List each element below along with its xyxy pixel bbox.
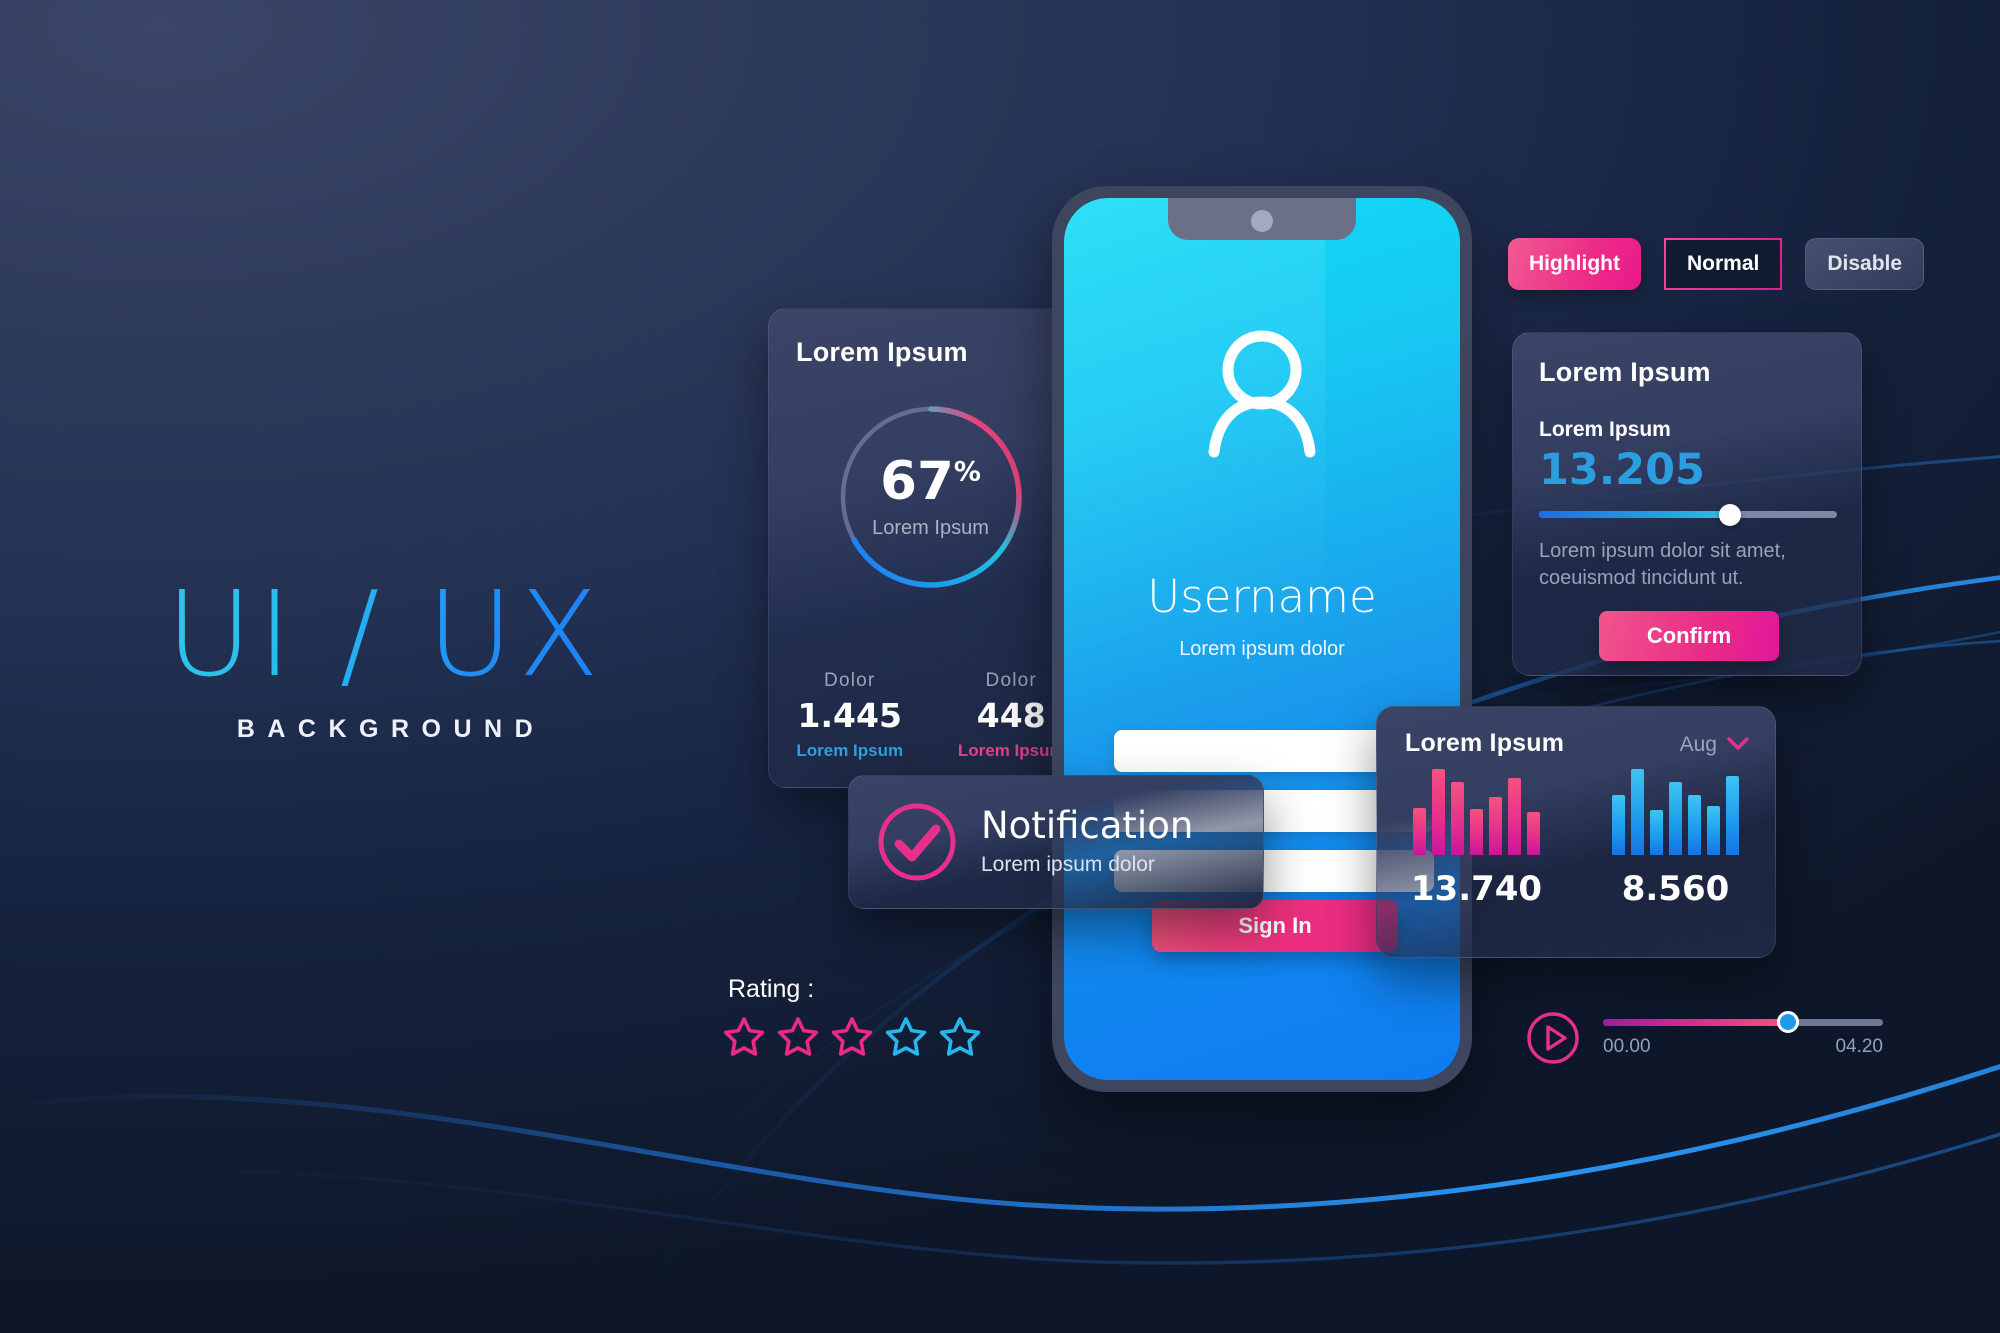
disable-button[interactable]: Disable [1805,238,1925,290]
time-labels: 00.00 04.20 [1603,1036,1883,1058]
star-icon[interactable] [723,1016,765,1057]
current-time: 00.00 [1603,1035,1651,1057]
bar [1432,769,1445,855]
bar [1451,781,1464,855]
rating-widget: Rating : [723,975,981,1057]
progress-wrapper: 00.00 04.20 [1603,1011,1883,1058]
phone-subtitle: Lorem ipsum dolor [1179,638,1345,660]
normal-button[interactable]: Normal [1663,238,1783,290]
bar [1489,796,1502,855]
stat-value: 1.445 [797,696,902,735]
stat-item: Dolor 1.445 Lorem Ipsum [769,670,931,761]
user-avatar-icon [1208,330,1316,458]
bar [1707,805,1720,855]
slider-description: Lorem ipsum dolor sit amet, coeuismod ti… [1539,540,1786,590]
bars-pink [1413,769,1540,855]
star-icon[interactable] [939,1016,981,1057]
media-player: 00.00 04.20 [1525,1010,1883,1066]
bar [1726,775,1739,855]
slider-fill [1539,511,1730,518]
donut-caption: Lorem Ipsum [872,516,989,539]
poster-background: UI / UX BACKGROUND Lorem Ipsum 67% Lorem… [0,0,2000,1333]
donut-chart-card: Lorem Ipsum 67% Lorem Ipsum Dolor 1.445 … [768,308,1093,788]
confirm-button[interactable]: Confirm [1599,611,1779,661]
stat-caption: Lorem Ipsum [796,741,904,760]
donut-stats: Dolor 1.445 Lorem Ipsum Dolor 448 Lorem … [769,670,1092,761]
slider-thumb[interactable] [1718,503,1741,526]
headline: UI / UX BACKGROUND [150,575,620,744]
chevron-down-icon[interactable] [1727,737,1749,751]
page-title: UI / UX [150,575,620,693]
rating-label: Rating : [728,975,815,1003]
star-icon[interactable] [831,1016,873,1057]
slider-label: Lorem Ipsum [1539,418,1671,441]
notification-subtitle: Lorem ipsum dolor [981,852,1155,876]
bar [1650,810,1663,855]
star-icon[interactable] [777,1016,819,1057]
notification-card: Notification Lorem ipsum dolor [848,775,1264,909]
progress-fill [1603,1018,1788,1026]
bar [1669,781,1682,855]
bar [1631,769,1644,855]
bar-group-total: 8.560 [1621,869,1730,909]
slider-card: Lorem Ipsum Lorem Ipsum 13.205 Lorem ips… [1512,332,1862,676]
phone-username: Username [1147,570,1377,623]
bar [1688,794,1701,855]
bar-group-pink: 13.740 [1377,769,1576,909]
bar-card-title: Lorem Ipsum [1405,729,1565,757]
slider-track[interactable] [1539,503,1837,526]
phone-notch [1168,198,1356,240]
bar [1470,809,1483,855]
page-subtitle: BACKGROUND [236,715,546,743]
notification-title: Notification [981,804,1194,848]
bar-group-total: 13.740 [1410,869,1543,909]
total-time: 04.20 [1835,1035,1883,1057]
bar-chart-card: Lorem Ipsum Aug 13.740 8.560 [1376,706,1776,958]
check-circle-icon [878,803,956,881]
button-group: Highlight Normal Disable [1508,238,1925,290]
bar-chart-groups: 13.740 8.560 [1377,769,1775,909]
slider-value: 13.205 [1539,445,1705,495]
donut-chart: 67% Lorem Ipsum [831,397,1031,597]
bar-group-blue: 8.560 [1576,769,1775,909]
slider-card-title: Lorem Ipsum [1539,357,1711,387]
bar [1527,812,1540,855]
stat-label: Dolor [824,670,876,691]
bar [1413,807,1426,855]
progress-track[interactable] [1603,1011,1883,1033]
rating-stars[interactable] [723,1016,981,1057]
donut-card-title: Lorem Ipsum [796,337,968,367]
star-icon[interactable] [885,1016,927,1057]
month-selector[interactable]: Aug [1680,733,1717,757]
progress-thumb[interactable] [1776,1011,1799,1033]
donut-percent: 67% [880,450,981,512]
donut-center-label: 67% Lorem Ipsum [831,397,1031,597]
play-circle-icon[interactable] [1525,1010,1581,1066]
bar [1612,794,1625,855]
highlight-button[interactable]: Highlight [1508,238,1641,290]
bars-blue [1612,769,1739,855]
camera-icon [1251,210,1273,232]
bar [1508,777,1521,855]
notification-text: Notification Lorem ipsum dolor [981,804,1194,877]
